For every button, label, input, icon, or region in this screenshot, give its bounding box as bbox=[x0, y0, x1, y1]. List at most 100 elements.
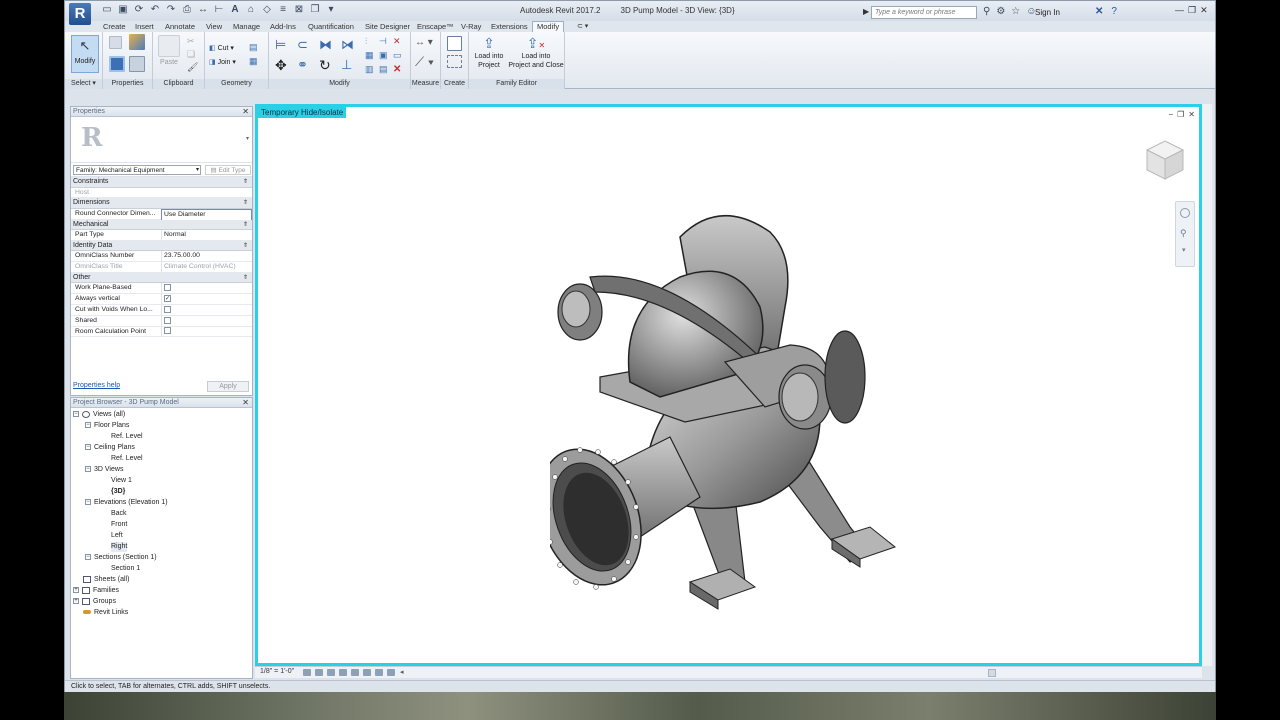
collapse-toggle-icon[interactable]: − bbox=[85, 554, 91, 561]
tree-item-ceiling-ref-level[interactable]: Ref. Level bbox=[111, 454, 143, 464]
shadows-icon[interactable] bbox=[339, 669, 347, 676]
tree-item-3d-views[interactable]: −3D Views bbox=[85, 465, 123, 475]
property-row[interactable]: Room Calculation Point bbox=[71, 326, 252, 338]
tab-quantification[interactable]: Quantification bbox=[308, 22, 354, 31]
search-input[interactable]: Type a keyword or phrase bbox=[871, 6, 977, 19]
minimize-view-icon[interactable]: − bbox=[1168, 110, 1173, 119]
sync-icon[interactable]: ⟳ bbox=[133, 4, 145, 16]
properties-icon[interactable] bbox=[109, 56, 125, 72]
section-mechanical[interactable]: Mechanical ⇑ bbox=[71, 219, 252, 231]
collapse-toggle-icon[interactable]: − bbox=[85, 499, 91, 506]
tree-item-families[interactable]: + Families bbox=[73, 586, 119, 596]
apply-button[interactable]: Apply bbox=[207, 381, 249, 392]
paint-icon[interactable]: ▦ bbox=[249, 56, 258, 67]
sign-in-button[interactable]: Sign In bbox=[1035, 8, 1060, 17]
scale-icon[interactable]: ▣ bbox=[379, 50, 388, 61]
array-icon[interactable]: ▦ bbox=[365, 50, 374, 61]
create-group-icon[interactable] bbox=[447, 36, 462, 51]
tree-item-sections[interactable]: − Sections (Section 1) bbox=[85, 553, 157, 563]
load-into-project-button[interactable]: ⇪ Load into Project bbox=[471, 35, 507, 70]
tab-view[interactable]: View bbox=[206, 22, 222, 31]
always-vertical-checkbox[interactable]: ✓ bbox=[164, 294, 171, 302]
cut-voids-checkbox[interactable] bbox=[164, 305, 171, 313]
family-filter-select[interactable]: Family: Mechanical Equipment ▾ bbox=[73, 165, 201, 175]
expand-toggle-icon[interactable]: + bbox=[73, 598, 79, 605]
measure-icon[interactable]: ↔ bbox=[197, 4, 209, 16]
tree-item-floor-ref-level[interactable]: Ref. Level bbox=[111, 432, 143, 442]
create-similar-icon[interactable] bbox=[447, 55, 462, 68]
expand-toggle-icon[interactable]: + bbox=[73, 587, 79, 594]
property-row[interactable]: Host bbox=[71, 188, 252, 199]
room-calc-checkbox[interactable] bbox=[164, 327, 171, 335]
search-expand-icon[interactable]: ▶ bbox=[863, 7, 869, 16]
close-properties-icon[interactable]: ✕ bbox=[242, 107, 249, 117]
tab-manage[interactable]: Manage bbox=[233, 22, 260, 31]
type-properties-icon[interactable] bbox=[109, 36, 122, 49]
tree-item-revit-links[interactable]: Revit Links bbox=[83, 608, 128, 618]
tab-site-designer[interactable]: Site Designer bbox=[365, 22, 410, 31]
split-face-icon[interactable]: ▤ bbox=[249, 42, 258, 53]
binoculars-icon[interactable]: ⚲ bbox=[983, 6, 990, 17]
drawing-area[interactable]: Temporary Hide/Isolate − ❐ ✕ ⚲ ▾ bbox=[255, 104, 1202, 666]
mirror-draw-icon[interactable]: ⧒ bbox=[341, 37, 354, 53]
load-into-project-close-button[interactable]: ⇪✕ Load into Project and Close bbox=[507, 35, 565, 70]
unpin-icon[interactable]: ⊣ bbox=[379, 36, 387, 47]
customize-qat-icon[interactable]: ▾ bbox=[325, 4, 337, 16]
print-icon[interactable]: ⎙ bbox=[181, 4, 193, 16]
property-value[interactable]: 23.75.00.00 bbox=[161, 251, 252, 263]
undo-icon[interactable]: ↶ bbox=[149, 4, 161, 16]
open-icon[interactable]: ▭ bbox=[101, 4, 113, 16]
collapse-icon[interactable]: ⇑ bbox=[243, 177, 248, 188]
collapse-icon[interactable]: ⇑ bbox=[243, 241, 248, 252]
family-category-icon[interactable] bbox=[129, 56, 145, 72]
collapse-toggle-icon[interactable]: − bbox=[73, 411, 79, 418]
tree-item-floor-plans[interactable]: − Floor Plans bbox=[85, 421, 129, 431]
viewcube[interactable] bbox=[1143, 137, 1187, 181]
collapse-icon[interactable]: ⇑ bbox=[243, 220, 248, 231]
delete-small-icon[interactable]: ✕ bbox=[393, 36, 401, 47]
rotate-icon[interactable]: ↻ bbox=[319, 57, 331, 74]
zoom-icon[interactable]: ⚲ bbox=[1180, 228, 1187, 239]
align-icon[interactable]: ⊨ bbox=[275, 37, 286, 53]
show-crop-icon[interactable] bbox=[375, 669, 383, 676]
section-identity-data[interactable]: Identity Data ⇑ bbox=[71, 240, 252, 252]
pin-icon[interactable]: ▭ bbox=[393, 50, 402, 61]
detail-level-icon[interactable] bbox=[303, 669, 311, 676]
offset-icon[interactable]: ⊂ bbox=[297, 37, 308, 53]
tree-item-view1[interactable]: View 1 bbox=[111, 476, 132, 486]
3d-view-icon[interactable]: ⌂ bbox=[245, 4, 257, 16]
collapse-toggle-icon[interactable]: − bbox=[85, 422, 91, 429]
close-icon[interactable]: ✕ bbox=[1200, 5, 1208, 16]
delete-icon[interactable]: ✕ bbox=[393, 64, 401, 75]
collapse-toggle-icon[interactable]: − bbox=[85, 466, 91, 473]
tab-vray[interactable]: V-Ray bbox=[461, 22, 481, 31]
visual-style-icon[interactable] bbox=[315, 669, 323, 676]
pump-3d-model[interactable] bbox=[550, 197, 910, 617]
move-icon[interactable]: ✥ bbox=[275, 57, 287, 74]
help-icon[interactable]: ? bbox=[1111, 6, 1117, 17]
property-value[interactable]: Normal bbox=[161, 230, 252, 241]
tab-extensions[interactable]: Extensions bbox=[491, 22, 528, 31]
subscription-icon[interactable]: ⚙ bbox=[996, 6, 1005, 17]
tab-insert[interactable]: Insert bbox=[135, 22, 154, 31]
property-row[interactable]: Cut with Voids When Lo... bbox=[71, 305, 252, 316]
thin-lines-icon[interactable]: ≡ bbox=[277, 4, 289, 16]
cut-clipboard-icon[interactable]: ✂ bbox=[187, 36, 195, 47]
work-plane-checkbox[interactable] bbox=[164, 284, 171, 292]
section-dimensions[interactable]: Dimensions ⇑ bbox=[71, 198, 252, 209]
nav-bar-menu-icon[interactable]: ▾ bbox=[1182, 246, 1186, 254]
tab-enscape[interactable]: Enscape™ bbox=[417, 22, 454, 31]
edit-type-button[interactable]: ▤ Edit Type bbox=[205, 165, 251, 175]
sun-path-icon[interactable] bbox=[327, 669, 335, 676]
tab-create[interactable]: Create bbox=[103, 22, 126, 31]
measure-between-icon[interactable]: ↔ ▾ bbox=[415, 37, 433, 48]
tab-modify[interactable]: Modify bbox=[532, 21, 565, 32]
properties-help-link[interactable]: Properties help bbox=[73, 382, 120, 389]
cut-button[interactable]: ◧ Cut ▾ bbox=[209, 44, 234, 52]
shared-checkbox[interactable] bbox=[164, 316, 171, 324]
tree-item-sheets[interactable]: Sheets (all) bbox=[83, 575, 129, 585]
family-types-icon[interactable] bbox=[129, 34, 145, 50]
type-selector[interactable]: R ▾ bbox=[71, 117, 252, 163]
section-icon[interactable]: ◇ bbox=[261, 4, 273, 16]
paste-button[interactable]: Paste bbox=[157, 35, 181, 66]
